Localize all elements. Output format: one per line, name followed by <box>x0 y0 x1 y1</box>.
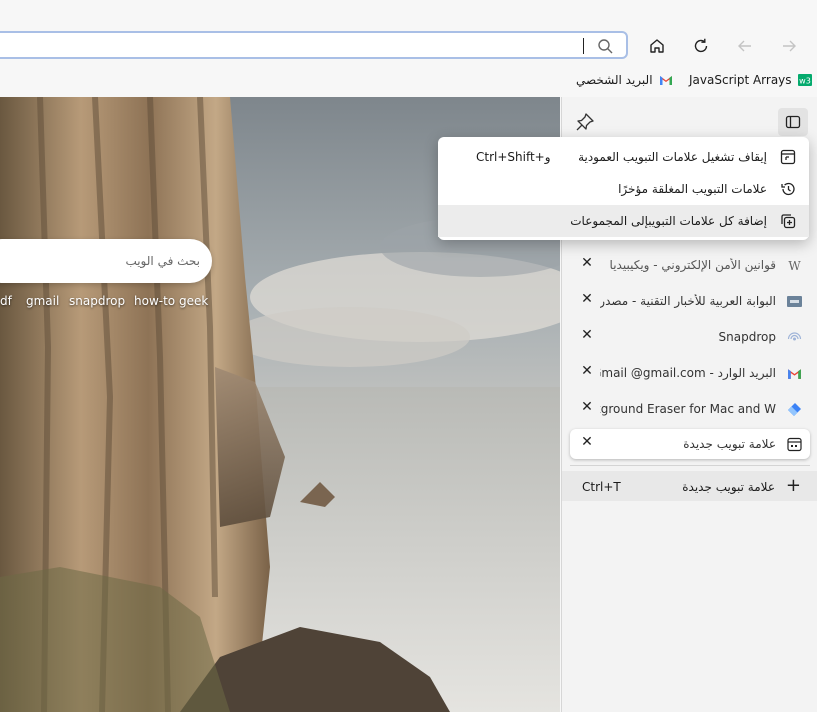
svg-text:w3: w3 <box>799 77 811 86</box>
menu-item-add-all-to-collections[interactable]: إضافة كل علامات التبويبإلى المجموعات <box>438 205 809 237</box>
menu-item-turn-off-vertical-tabs[interactable]: إيقاف تشغيل علامات التبويب العمودية Ctrl… <box>438 141 809 173</box>
back-button[interactable] <box>732 33 758 59</box>
menu-item-recently-closed[interactable]: علامات التبويب المغلقة مؤخرًا <box>438 173 809 205</box>
menu-item-label: إضافة كل علامات التبويبإلى المجموعات <box>570 214 767 228</box>
favorite-personal-mail[interactable]: البريد الشخصي <box>576 72 673 88</box>
menu-item-shortcut: Ctrl+Shift+و <box>476 150 551 164</box>
close-tab-icon[interactable]: ✕ <box>580 328 594 342</box>
gmail-icon <box>788 369 801 379</box>
snapdrop-icon <box>787 332 802 341</box>
eraser-icon <box>788 403 801 416</box>
close-tab-icon[interactable]: ✕ <box>580 435 594 449</box>
home-button[interactable] <box>644 33 670 59</box>
svg-text:W: W <box>788 259 801 273</box>
quick-link-snapdrop[interactable]: snapdrop <box>69 294 125 308</box>
close-tab-icon[interactable]: ✕ <box>580 364 594 378</box>
address-bar[interactable] <box>0 31 628 59</box>
vertical-tabs-off-icon <box>780 149 796 165</box>
close-tab-icon[interactable]: ✕ <box>580 400 594 414</box>
favorite-javascript-arrays[interactable]: w3 JavaScript Arrays <box>689 72 812 88</box>
quick-link-how-to-geek[interactable]: how-to geek <box>134 294 208 308</box>
home-icon <box>650 39 664 53</box>
text-caret <box>583 38 584 54</box>
favorite-label: البريد الشخصي <box>576 73 653 87</box>
close-tab-icon[interactable]: ✕ <box>580 256 594 270</box>
quick-link-pdf[interactable]: df <box>0 294 12 308</box>
menu-item-label: علامات التبويب المغلقة مؤخرًا <box>618 182 767 196</box>
tab-actions-menu: إيقاف تشغيل علامات التبويب العمودية Ctrl… <box>438 137 809 240</box>
vertical-tab[interactable]: Background Eraser for Mac and W ✕ <box>570 394 810 424</box>
tab-title: Snapdrop <box>718 330 776 344</box>
vertical-tab[interactable]: W قوانين الأمن الإلكتروني - ويكيبيديا ✕ <box>570 250 810 280</box>
w3-icon: w3 <box>797 74 812 86</box>
tab-title: قوانين الأمن الإلكتروني - ويكيبيديا <box>609 258 776 272</box>
web-search-box[interactable]: بحث في الويب <box>0 239 212 283</box>
search-placeholder: بحث في الويب <box>125 254 200 268</box>
new-tab-button[interactable]: + علامة تبويب جديدة Ctrl+T <box>562 471 817 501</box>
back-icon <box>738 40 751 52</box>
quick-link-gmail[interactable]: gmail <box>26 294 59 308</box>
refresh-icon <box>694 38 708 53</box>
tab-title: البوابة العربية للأخبار التقنية - مصدر <box>600 294 776 308</box>
site-favicon <box>787 296 802 307</box>
gmail-icon <box>659 76 672 85</box>
add-to-collections-icon <box>781 214 796 229</box>
tab-title: Background Eraser for Mac and W <box>600 402 776 416</box>
pin-pane-button[interactable] <box>574 111 596 133</box>
menu-item-label: إيقاف تشغيل علامات التبويب العمودية <box>578 150 767 164</box>
wikipedia-icon: W <box>788 259 801 273</box>
forward-button[interactable] <box>776 33 802 59</box>
vertical-tabs-icon <box>785 115 801 129</box>
divider <box>570 465 810 466</box>
vertical-tab[interactable]: Snapdrop ✕ <box>570 322 810 352</box>
tab-title: علامة تبويب جديدة <box>683 437 776 451</box>
search-icon[interactable] <box>597 38 614 55</box>
history-icon <box>781 182 795 196</box>
vertical-tab[interactable]: البريد الوارد - Gmail @gmail.com ✕ <box>570 358 810 388</box>
refresh-button[interactable] <box>688 33 714 59</box>
tab-actions-button[interactable] <box>778 108 808 136</box>
vertical-tab-active[interactable]: علامة تبويب جديدة ✕ <box>570 429 810 459</box>
close-tab-icon[interactable]: ✕ <box>580 292 594 306</box>
forward-icon <box>783 40 796 52</box>
favorite-label: JavaScript Arrays <box>689 73 792 87</box>
new-tab-page-icon <box>787 437 802 452</box>
pin-icon <box>576 113 594 131</box>
plus-icon: + <box>785 475 801 496</box>
new-tab-shortcut: Ctrl+T <box>582 480 621 494</box>
vertical-tab[interactable]: البوابة العربية للأخبار التقنية - مصدر ✕ <box>570 286 810 316</box>
new-tab-label: علامة تبويب جديدة <box>682 480 775 494</box>
tab-title: البريد الوارد - Gmail @gmail.com <box>600 366 776 380</box>
